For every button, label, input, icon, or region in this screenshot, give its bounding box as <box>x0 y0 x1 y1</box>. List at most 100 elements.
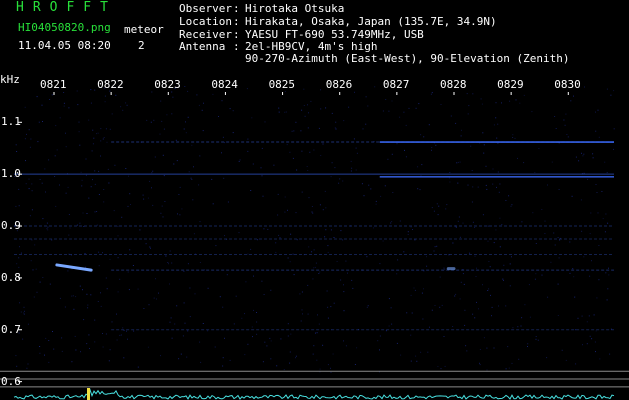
noise-dot <box>44 354 45 356</box>
time-tick-label: 0828 <box>440 78 467 91</box>
noise-dot <box>257 239 259 241</box>
noise-dot <box>147 197 149 199</box>
noise-dot <box>86 343 88 345</box>
noise-dot <box>598 279 600 281</box>
noise-dot <box>190 177 192 179</box>
noise-dot <box>559 239 561 241</box>
noise-dot <box>437 214 439 216</box>
noise-dot <box>411 312 413 314</box>
noise-dot <box>547 184 548 186</box>
noise-dot <box>73 308 75 310</box>
noise-dot <box>261 280 263 282</box>
noise-dot <box>152 204 154 206</box>
noise-dot <box>187 116 189 118</box>
noise-dot <box>537 339 539 341</box>
noise-dot <box>450 115 452 117</box>
noise-dot <box>595 111 596 113</box>
noise-dot <box>171 113 173 115</box>
noise-dot <box>117 291 119 293</box>
noise-dot <box>41 104 43 106</box>
noise-dot <box>72 295 74 297</box>
noise-dot <box>325 229 327 231</box>
noise-dot <box>253 275 254 277</box>
noise-dot <box>505 200 507 201</box>
noise-dot <box>351 167 353 169</box>
noise-dot <box>151 187 152 189</box>
noise-dot <box>61 337 63 339</box>
noise-dot <box>193 166 194 168</box>
noise-dot <box>29 215 31 217</box>
noise-dot <box>303 105 305 106</box>
noise-dot <box>491 315 492 317</box>
noise-dot <box>482 132 484 134</box>
noise-dot <box>345 260 347 262</box>
noise-dot <box>420 351 422 353</box>
noise-dot <box>289 261 291 263</box>
noise-dot <box>291 130 293 132</box>
noise-dot <box>285 111 287 113</box>
noise-dot <box>18 188 20 190</box>
noise-dot <box>457 220 459 222</box>
noise-dot <box>174 323 176 325</box>
noise-dot <box>449 172 451 173</box>
noise-dot <box>379 263 381 265</box>
noise-dot <box>169 321 171 323</box>
noise-dot <box>331 112 333 114</box>
noise-dot <box>582 155 584 157</box>
noise-dot <box>183 270 185 272</box>
noise-dot <box>48 340 50 341</box>
noise-dot <box>354 364 356 365</box>
noise-dot <box>353 138 355 140</box>
noise-dot <box>311 211 313 213</box>
noise-dot <box>199 262 201 263</box>
noise-dot <box>327 251 329 253</box>
noise-dot <box>162 216 164 218</box>
noise-dot <box>399 116 401 118</box>
noise-dot <box>22 338 24 340</box>
noise-dot <box>196 94 198 96</box>
noise-dot <box>499 183 501 185</box>
noise-dot <box>319 368 321 370</box>
noise-dot <box>448 177 450 179</box>
freq-tick-label: 0.7 <box>1 322 21 336</box>
noise-dot <box>587 178 589 180</box>
noise-dot <box>499 246 501 248</box>
noise-dot <box>105 277 107 279</box>
noise-dot <box>229 359 231 361</box>
noise-dot <box>434 246 436 248</box>
noise-dot <box>85 174 87 176</box>
noise-dot <box>410 360 412 362</box>
noise-dot <box>202 130 204 132</box>
noise-dot <box>171 262 173 264</box>
noise-dot <box>312 212 314 214</box>
noise-dot <box>307 170 309 171</box>
noise-dot <box>313 267 315 269</box>
noise-dot <box>436 245 438 247</box>
noise-dot <box>523 94 525 96</box>
noise-dot <box>24 106 26 108</box>
noise-dot <box>102 333 103 334</box>
noise-dot <box>327 364 329 366</box>
noise-dot <box>487 240 489 242</box>
noise-dot <box>355 147 357 149</box>
noise-dot <box>483 152 485 154</box>
noise-dot <box>191 179 193 180</box>
noise-dot <box>115 94 117 96</box>
noise-dot <box>244 313 245 315</box>
noise-dot <box>352 287 354 289</box>
noise-dot <box>435 144 437 146</box>
noise-dot <box>594 341 596 343</box>
spectrum-trace <box>13 388 615 400</box>
noise-dot <box>505 368 507 370</box>
noise-dot <box>221 152 222 154</box>
noise-dot <box>46 222 48 224</box>
noise-dot <box>340 279 342 281</box>
noise-dot <box>613 128 615 130</box>
noise-dot <box>605 272 607 274</box>
noise-dot <box>480 98 482 100</box>
noise-dot <box>31 209 33 211</box>
noise-dot <box>94 170 96 172</box>
noise-dot <box>80 351 81 353</box>
noise-dot <box>75 296 77 298</box>
noise-dot <box>290 233 292 235</box>
